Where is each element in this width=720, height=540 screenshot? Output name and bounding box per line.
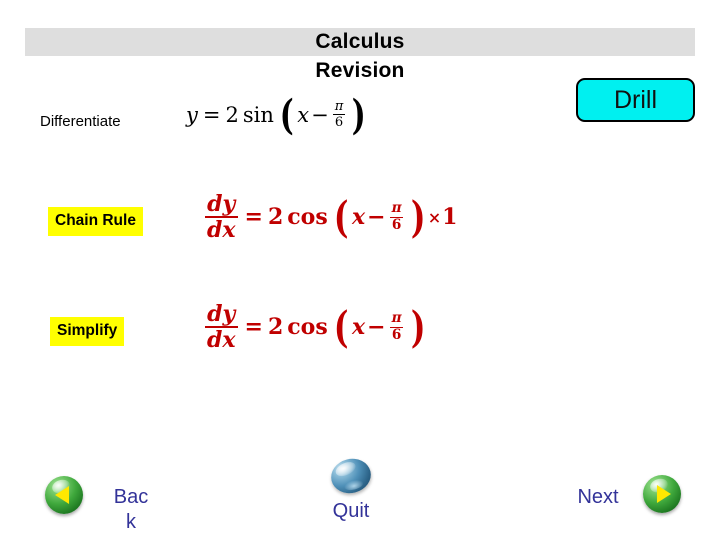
- eq2-equals: =: [244, 204, 263, 231]
- next-arrow-orb-icon[interactable]: [643, 475, 681, 513]
- eq2-fraction-numerator: dy: [207, 191, 236, 217]
- right-arrow-icon: [656, 485, 671, 503]
- eq2-times: ×: [427, 207, 442, 227]
- eq1-equals: =: [202, 102, 221, 127]
- eq3-pi-denominator: 6: [389, 326, 404, 343]
- eq1-open-paren-icon: (: [279, 90, 294, 139]
- page-title-line-1: Calculus: [315, 30, 405, 53]
- eq2-close-paren-icon: ): [410, 192, 426, 243]
- eq2-pi-denominator: 6: [389, 216, 404, 233]
- eq3-argument-variable: x: [352, 314, 366, 341]
- back-button-label[interactable]: Bac k: [95, 485, 167, 535]
- eq3-coefficient: 2: [267, 314, 284, 341]
- eq2-minus: −: [367, 204, 386, 231]
- eq1-lhs: y: [186, 102, 198, 127]
- eq2-tail: 1: [442, 204, 458, 231]
- eq2-open-paren-icon: (: [333, 192, 349, 243]
- eq2-fraction-denominator: dx: [205, 216, 238, 244]
- equation-simplify: dy dx = 2 cos ( x − π 6 ): [203, 303, 428, 352]
- eq2-argument-variable: x: [352, 204, 366, 231]
- back-arrow-orb-icon[interactable]: [45, 476, 83, 514]
- eq1-coefficient: 2: [225, 102, 239, 127]
- eq2-pi-numerator: π: [391, 200, 402, 217]
- drill-button-label: Drill: [613, 85, 658, 114]
- step-label-chain-rule: Chain Rule: [48, 207, 143, 236]
- equation-chain-rule: dy dx = 2 cos ( x − π 6 ) × 1: [203, 193, 457, 242]
- eq3-function: cos: [287, 314, 328, 341]
- eq1-function: sin: [242, 102, 274, 127]
- eq2-function: cos: [287, 204, 328, 231]
- eq1-argument-variable: x: [297, 102, 310, 127]
- eq1-close-paren-icon: ): [351, 90, 366, 139]
- left-arrow-icon: [55, 486, 70, 504]
- eq1-fraction: π 6: [332, 99, 346, 131]
- eq3-fraction-numerator: dy: [207, 301, 236, 327]
- eq1-minus: −: [311, 102, 329, 127]
- step-label-simplify: Simplify: [50, 317, 125, 346]
- quit-button-label[interactable]: Quit: [311, 499, 391, 524]
- eq2-derivative-fraction: dy dx: [205, 193, 238, 242]
- eq3-pi-numerator: π: [391, 310, 402, 327]
- eq2-pi-fraction: π 6: [389, 200, 404, 233]
- eq3-derivative-fraction: dy dx: [205, 303, 238, 352]
- eq3-equals: =: [244, 314, 263, 341]
- eq1-fraction-denominator: 6: [332, 114, 346, 131]
- drill-button[interactable]: Drill: [576, 78, 695, 122]
- step-label-differentiate: Differentiate: [40, 113, 121, 130]
- eq1-fraction-numerator: π: [334, 99, 344, 114]
- eq3-fraction-denominator: dx: [205, 326, 238, 354]
- next-button-label[interactable]: Next: [558, 485, 638, 510]
- eq3-open-paren-icon: (: [333, 302, 349, 353]
- eq3-minus: −: [367, 314, 386, 341]
- equation-differentiate: y = 2 sin ( x − π 6 ): [186, 90, 369, 139]
- eq3-close-paren-icon: ): [410, 302, 426, 353]
- quit-orb-icon[interactable]: [327, 454, 375, 498]
- eq3-pi-fraction: π 6: [389, 310, 404, 343]
- eq2-coefficient: 2: [267, 204, 284, 231]
